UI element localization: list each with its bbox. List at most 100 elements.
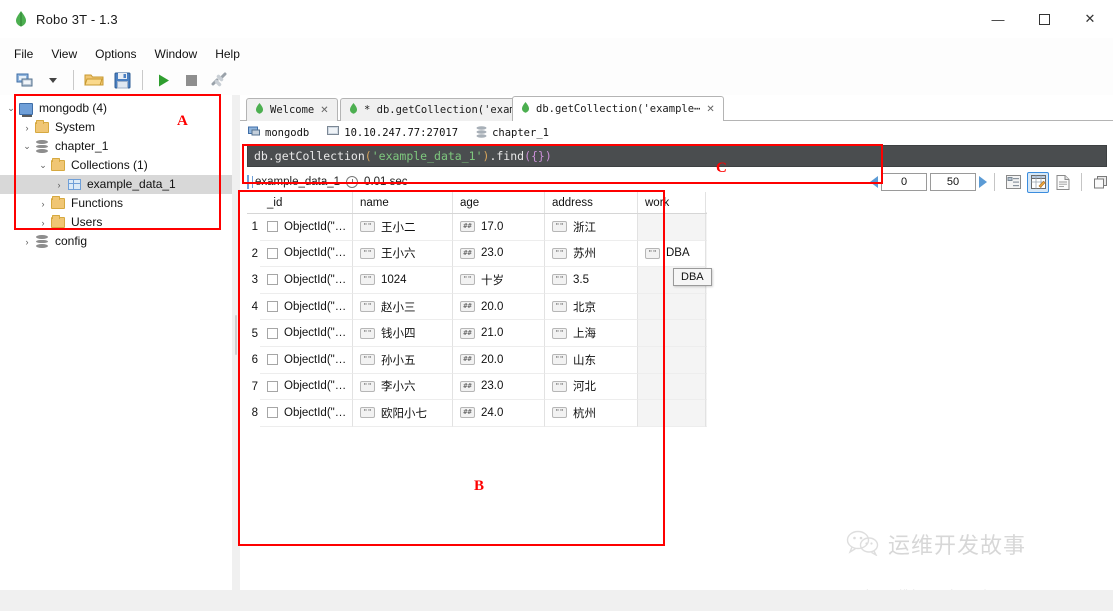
- connect-icon[interactable]: [12, 67, 38, 93]
- sidebar-item-system[interactable]: › System: [0, 118, 232, 137]
- page-skip-input[interactable]: 0: [881, 173, 927, 191]
- cell-age[interactable]: "" 十岁: [453, 267, 545, 294]
- explorer-tree-panel[interactable]: ⌄ mongodb (4) › System ⌄ chapter_1 ⌄ Col…: [0, 95, 232, 590]
- cell-age[interactable]: ## 23.0: [453, 240, 545, 268]
- sidebar-item-example-data-1[interactable]: › example_data_1: [0, 175, 232, 194]
- minimize-button[interactable]: —: [975, 0, 1021, 38]
- page-limit-input[interactable]: 50: [930, 173, 976, 191]
- connect-dropdown-icon[interactable]: [40, 67, 66, 93]
- cell-id[interactable]: ObjectId("…: [260, 346, 353, 374]
- column-header-id[interactable]: _id: [260, 192, 353, 213]
- cell-name[interactable]: "" 孙小五: [353, 346, 453, 374]
- chevron-down-icon[interactable]: ⌄: [20, 141, 34, 152]
- cell-name[interactable]: "" 李小六: [353, 373, 453, 401]
- open-folder-icon[interactable]: [81, 67, 107, 93]
- cell-address[interactable]: "" 苏州: [545, 240, 638, 268]
- cell-address[interactable]: "" 山东: [545, 346, 638, 374]
- maximize-button[interactable]: [1021, 0, 1067, 38]
- column-header-work[interactable]: work: [638, 192, 706, 213]
- chevron-down-icon[interactable]: ⌄: [4, 103, 18, 114]
- row-expander-checkbox[interactable]: [267, 327, 278, 339]
- table-row[interactable]: 6 ObjectId("… "" 孙小五 ## 20.0 "" 山东: [247, 346, 707, 374]
- sidebar-item-functions[interactable]: › Functions: [0, 194, 232, 213]
- cell-id[interactable]: ObjectId("…: [260, 320, 353, 347]
- column-header-name[interactable]: name: [353, 192, 453, 213]
- chevron-right-icon[interactable]: ›: [36, 218, 50, 228]
- table-row[interactable]: 8 ObjectId("… "" 欧阳小七 ## 24.0 "" 杭州: [247, 400, 707, 427]
- close-icon[interactable]: ✕: [706, 104, 714, 115]
- arrow-right-icon[interactable]: [979, 176, 987, 188]
- sidebar-item-chapter-1[interactable]: ⌄ chapter_1: [0, 137, 232, 156]
- results-table[interactable]: _id name age address work 1 ObjectId("… …: [247, 192, 707, 452]
- menu-window[interactable]: Window: [155, 47, 198, 61]
- cell-work[interactable]: [638, 346, 706, 374]
- disconnect-icon[interactable]: [206, 67, 232, 93]
- cell-name[interactable]: "" 王小六: [353, 240, 453, 268]
- cell-id[interactable]: ObjectId("…: [260, 267, 353, 294]
- row-expander-checkbox[interactable]: [267, 274, 278, 286]
- chevron-right-icon[interactable]: ›: [52, 180, 66, 190]
- cell-name[interactable]: "" 1024: [353, 267, 453, 294]
- cell-address[interactable]: "" 浙江: [545, 214, 638, 241]
- cell-work[interactable]: [638, 293, 706, 321]
- cell-address[interactable]: "" 北京: [545, 293, 638, 321]
- copy-view-icon[interactable]: [1089, 172, 1111, 193]
- table-view-icon[interactable]: [1027, 171, 1049, 193]
- table-row[interactable]: 1 ObjectId("… "" 王小二 ## 17.0 "" 浙江: [247, 214, 707, 241]
- cell-name[interactable]: "" 赵小三: [353, 293, 453, 321]
- chevron-right-icon[interactable]: ›: [20, 237, 34, 247]
- tree-view-icon[interactable]: [1002, 172, 1024, 193]
- cell-work[interactable]: [638, 400, 706, 427]
- row-expander-checkbox[interactable]: [267, 380, 278, 392]
- cell-age[interactable]: ## 17.0: [453, 214, 545, 241]
- cell-id[interactable]: ObjectId("…: [260, 293, 353, 321]
- menu-options[interactable]: Options: [95, 47, 136, 61]
- cell-age[interactable]: ## 20.0: [453, 346, 545, 374]
- menu-file[interactable]: File: [14, 47, 33, 61]
- cell-id[interactable]: ObjectId("…: [260, 400, 353, 427]
- cell-address[interactable]: "" 上海: [545, 320, 638, 347]
- text-view-icon[interactable]: [1052, 172, 1074, 193]
- save-icon[interactable]: [109, 67, 135, 93]
- chevron-right-icon[interactable]: ›: [36, 199, 50, 209]
- cell-age[interactable]: ## 21.0: [453, 320, 545, 347]
- table-row[interactable]: 7 ObjectId("… "" 李小六 ## 23.0 "" 河北: [247, 373, 707, 401]
- stop-icon[interactable]: [178, 67, 204, 93]
- column-header-address[interactable]: address: [545, 192, 638, 213]
- cell-id[interactable]: ObjectId("…: [260, 373, 353, 401]
- cell-id[interactable]: ObjectId("…: [260, 214, 353, 241]
- cell-name[interactable]: "" 欧阳小七: [353, 400, 453, 427]
- cell-address[interactable]: "" 3.5: [545, 267, 638, 294]
- table-row[interactable]: 5 ObjectId("… "" 钱小四 ## 21.0 "" 上海: [247, 320, 707, 347]
- menu-view[interactable]: View: [51, 47, 77, 61]
- cell-work[interactable]: [638, 214, 706, 241]
- cell-address[interactable]: "" 杭州: [545, 400, 638, 427]
- row-expander-checkbox[interactable]: [267, 247, 278, 259]
- breadcrumb-host[interactable]: 10.10.247.77:27017: [327, 126, 458, 140]
- cell-name[interactable]: "" 钱小四: [353, 320, 453, 347]
- arrow-left-icon[interactable]: [870, 176, 878, 188]
- cell-age[interactable]: ## 24.0: [453, 400, 545, 427]
- tab-query-2[interactable]: db.getCollection('example⋯ ✕: [512, 96, 724, 121]
- cell-age[interactable]: ## 20.0: [453, 293, 545, 321]
- sidebar-item-users[interactable]: › Users: [0, 213, 232, 232]
- cell-work[interactable]: [638, 373, 706, 401]
- breadcrumb-database[interactable]: chapter_1: [476, 125, 549, 141]
- column-header-age[interactable]: age: [453, 192, 545, 213]
- cell-age[interactable]: ## 23.0: [453, 373, 545, 401]
- cell-address[interactable]: "" 河北: [545, 373, 638, 401]
- table-row[interactable]: 4 ObjectId("… "" 赵小三 ## 20.0 "" 北京: [247, 293, 707, 321]
- row-expander-checkbox[interactable]: [267, 301, 278, 313]
- close-icon[interactable]: ✕: [320, 105, 328, 116]
- sidebar-item-mongodb[interactable]: ⌄ mongodb (4): [0, 99, 232, 118]
- cell-work[interactable]: "" DBA: [638, 240, 706, 268]
- cell-work[interactable]: [638, 320, 706, 347]
- cell-name[interactable]: "" 王小二: [353, 214, 453, 241]
- chevron-right-icon[interactable]: ›: [20, 123, 34, 133]
- menu-help[interactable]: Help: [215, 47, 240, 61]
- table-row[interactable]: 2 ObjectId("… "" 王小六 ## 23.0 "" 苏州 "" DB…: [247, 240, 707, 268]
- cell-id[interactable]: ObjectId("…: [260, 240, 353, 268]
- row-expander-checkbox[interactable]: [267, 221, 278, 233]
- chevron-down-icon[interactable]: ⌄: [36, 160, 50, 171]
- row-expander-checkbox[interactable]: [267, 407, 278, 419]
